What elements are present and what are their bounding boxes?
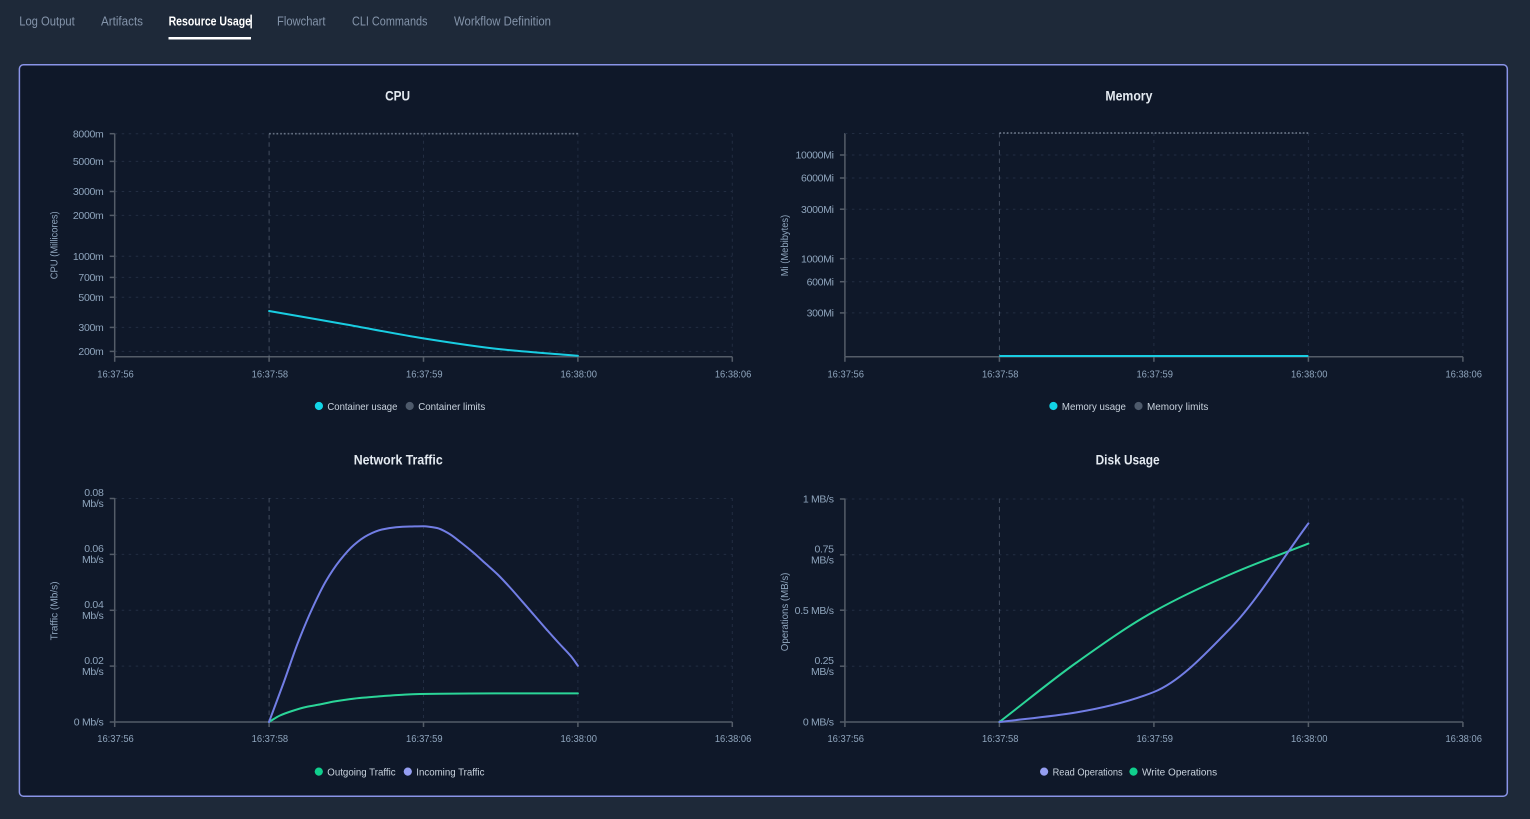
svg-text:Container limits: Container limits [418, 401, 485, 413]
svg-text:Memory: Memory [1105, 87, 1152, 103]
svg-text:16:37:58: 16:37:58 [252, 369, 289, 381]
svg-text:16:37:59: 16:37:59 [1136, 369, 1173, 381]
svg-text:16:37:58: 16:37:58 [252, 733, 289, 745]
svg-text:1 MB/s: 1 MB/s [803, 494, 834, 506]
svg-text:3000Mi: 3000Mi [801, 204, 834, 216]
svg-text:700m: 700m [78, 272, 104, 284]
svg-text:Operations (MB/s): Operations (MB/s) [779, 573, 791, 652]
svg-text:Read Operations: Read Operations [1053, 767, 1123, 779]
svg-text:6000Mi: 6000Mi [801, 173, 834, 185]
svg-text:16:38:06: 16:38:06 [1445, 733, 1482, 745]
svg-text:MB/s: MB/s [811, 554, 834, 566]
svg-text:Log Output: Log Output [19, 13, 75, 28]
svg-text:16:38:06: 16:38:06 [715, 369, 752, 381]
svg-text:16:38:00: 16:38:00 [1291, 733, 1328, 745]
svg-text:2000m: 2000m [73, 210, 104, 222]
svg-text:16:38:06: 16:38:06 [1445, 369, 1482, 381]
svg-text:Traffic (Mb/s): Traffic (Mb/s) [49, 581, 61, 640]
svg-text:200m: 200m [78, 346, 104, 358]
svg-text:5000m: 5000m [73, 156, 104, 168]
svg-text:MB/s: MB/s [811, 666, 834, 678]
svg-text:16:38:00: 16:38:00 [560, 369, 597, 381]
svg-text:Incoming Traffic: Incoming Traffic [416, 767, 484, 779]
svg-text:16:37:59: 16:37:59 [406, 369, 443, 381]
svg-text:Outgoing Traffic: Outgoing Traffic [327, 767, 395, 779]
svg-text:16:37:58: 16:37:58 [982, 369, 1019, 381]
svg-text:Resource Usage: Resource Usage [169, 13, 251, 28]
svg-text:300Mi: 300Mi [807, 308, 834, 320]
svg-text:Workflow Definition: Workflow Definition [454, 13, 551, 28]
svg-text:Mb/s: Mb/s [82, 554, 104, 566]
svg-text:CPU (Millicores): CPU (Millicores) [49, 211, 61, 279]
svg-text:Write Operations: Write Operations [1142, 767, 1217, 779]
svg-text:300m: 300m [78, 322, 104, 334]
svg-text:16:38:06: 16:38:06 [715, 733, 752, 745]
svg-text:600Mi: 600Mi [807, 276, 834, 288]
svg-text:3000m: 3000m [73, 186, 104, 198]
svg-text:1000Mi: 1000Mi [801, 253, 834, 265]
svg-text:1000m: 1000m [73, 251, 104, 263]
svg-text:Disk Usage: Disk Usage [1096, 452, 1160, 468]
svg-text:10000Mi: 10000Mi [796, 150, 834, 162]
svg-text:16:38:00: 16:38:00 [1291, 369, 1328, 381]
svg-text:Artifacts: Artifacts [101, 13, 143, 28]
svg-text:16:37:56: 16:37:56 [97, 369, 134, 381]
svg-text:Memory limits: Memory limits [1147, 401, 1208, 413]
svg-text:16:37:56: 16:37:56 [827, 733, 864, 745]
svg-text:Network Traffic: Network Traffic [354, 452, 443, 468]
svg-text:Mb/s: Mb/s [82, 610, 104, 622]
svg-text:16:37:58: 16:37:58 [982, 733, 1019, 745]
svg-text:0 Mb/s: 0 Mb/s [74, 717, 104, 729]
svg-text:Mb/s: Mb/s [82, 666, 104, 678]
svg-text:16:37:56: 16:37:56 [827, 369, 864, 381]
svg-text:16:37:59: 16:37:59 [406, 733, 443, 745]
svg-text:16:37:59: 16:37:59 [1136, 733, 1173, 745]
svg-text:0 MB/s: 0 MB/s [803, 717, 834, 729]
svg-text:Flowchart: Flowchart [277, 13, 326, 28]
svg-text:CPU: CPU [385, 87, 410, 103]
svg-text:Mi (Mebibytes): Mi (Mebibytes) [779, 215, 791, 277]
svg-text:0.5 MB/s: 0.5 MB/s [795, 605, 834, 617]
svg-text:16:38:00: 16:38:00 [560, 733, 597, 745]
svg-text:8000m: 8000m [73, 128, 104, 140]
svg-text:Container usage: Container usage [327, 401, 397, 413]
svg-text:Memory usage: Memory usage [1062, 401, 1126, 413]
svg-text:16:37:56: 16:37:56 [97, 733, 134, 745]
svg-text:500m: 500m [78, 292, 104, 304]
svg-text:CLI Commands: CLI Commands [352, 13, 428, 28]
svg-text:Mb/s: Mb/s [82, 498, 104, 510]
